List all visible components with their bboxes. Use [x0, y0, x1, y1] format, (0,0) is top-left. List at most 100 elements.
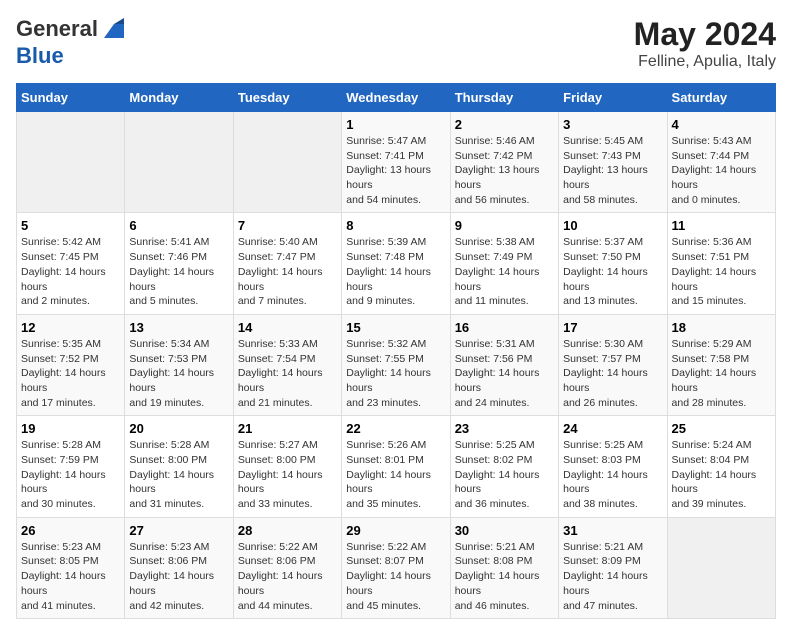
calendar-cell: [233, 112, 341, 213]
weekday-header-friday: Friday: [559, 84, 667, 112]
day-number: 26: [21, 523, 120, 538]
day-number: 18: [672, 320, 771, 335]
calendar-week-row: 5Sunrise: 5:42 AMSunset: 7:45 PMDaylight…: [17, 213, 776, 314]
day-number: 4: [672, 117, 771, 132]
day-info: Sunrise: 5:28 AMSunset: 7:59 PMDaylight:…: [21, 438, 120, 511]
day-number: 16: [455, 320, 554, 335]
weekday-header-thursday: Thursday: [450, 84, 558, 112]
day-info: Sunrise: 5:39 AMSunset: 7:48 PMDaylight:…: [346, 235, 445, 308]
day-info: Sunrise: 5:40 AMSunset: 7:47 PMDaylight:…: [238, 235, 337, 308]
calendar-cell: 30Sunrise: 5:21 AMSunset: 8:08 PMDayligh…: [450, 517, 558, 618]
day-info: Sunrise: 5:26 AMSunset: 8:01 PMDaylight:…: [346, 438, 445, 511]
calendar-cell: 23Sunrise: 5:25 AMSunset: 8:02 PMDayligh…: [450, 416, 558, 517]
calendar-cell: 31Sunrise: 5:21 AMSunset: 8:09 PMDayligh…: [559, 517, 667, 618]
day-info: Sunrise: 5:24 AMSunset: 8:04 PMDaylight:…: [672, 438, 771, 511]
day-info: Sunrise: 5:21 AMSunset: 8:08 PMDaylight:…: [455, 540, 554, 613]
weekday-header-wednesday: Wednesday: [342, 84, 450, 112]
calendar-week-row: 26 Sunrise: 5:23 AMSunset: 8:05 PMDayligh…: [17, 517, 776, 618]
calendar-cell: 13Sunrise: 5:34 AMSunset: 7:53 PMDayligh…: [125, 314, 233, 415]
day-number: 17: [563, 320, 662, 335]
day-number: 22: [346, 421, 445, 436]
day-number: 28: [238, 523, 337, 538]
calendar-cell: 19 Sunrise: 5:28 AMSunset: 7:59 PMDayligh…: [17, 416, 125, 517]
day-info: Sunrise: 5:23 AMSunset: 8:05 PMDaylight:…: [21, 540, 120, 613]
calendar-cell: 16 Sunrise: 5:31 AMSunset: 7:56 PMDayligh…: [450, 314, 558, 415]
day-info: Sunrise: 5:23 AMSunset: 8:06 PMDaylight:…: [129, 540, 228, 613]
calendar-cell: 27 Sunrise: 5:23 AMSunset: 8:06 PMDayligh…: [125, 517, 233, 618]
weekday-header-tuesday: Tuesday: [233, 84, 341, 112]
day-number: 14: [238, 320, 337, 335]
day-info: Sunrise: 5:22 AMSunset: 8:06 PMDaylight:…: [238, 540, 337, 613]
calendar-cell: 29 Sunrise: 5:22 AMSunset: 8:07 PMDayligh…: [342, 517, 450, 618]
day-number: 25: [672, 421, 771, 436]
calendar-cell: 2 Sunrise: 5:46 AMSunset: 7:42 PMDaylight…: [450, 112, 558, 213]
main-title: May 2024: [634, 16, 776, 53]
calendar-cell: 14 Sunrise: 5:33 AMSunset: 7:54 PMDayligh…: [233, 314, 341, 415]
day-number: 20: [129, 421, 228, 436]
calendar-cell: 8 Sunrise: 5:39 AMSunset: 7:48 PMDaylight…: [342, 213, 450, 314]
calendar-cell: 26 Sunrise: 5:23 AMSunset: 8:05 PMDayligh…: [17, 517, 125, 618]
calendar-cell: 12Sunrise: 5:35 AMSunset: 7:52 PMDayligh…: [17, 314, 125, 415]
calendar-cell: 20 Sunrise: 5:28 AMSunset: 8:00 PMDayligh…: [125, 416, 233, 517]
logo-general: General: [16, 16, 98, 41]
calendar-week-row: 12Sunrise: 5:35 AMSunset: 7:52 PMDayligh…: [17, 314, 776, 415]
calendar-cell: 25 Sunrise: 5:24 AMSunset: 8:04 PMDayligh…: [667, 416, 775, 517]
calendar-cell: 21 Sunrise: 5:27 AMSunset: 8:00 PMDayligh…: [233, 416, 341, 517]
day-info: Sunrise: 5:42 AMSunset: 7:45 PMDaylight:…: [21, 235, 120, 308]
calendar-cell: 3 Sunrise: 5:45 AMSunset: 7:43 PMDaylight…: [559, 112, 667, 213]
day-info: Sunrise: 5:45 AMSunset: 7:43 PMDaylight:…: [563, 134, 662, 207]
calendar-cell: 18Sunrise: 5:29 AMSunset: 7:58 PMDayligh…: [667, 314, 775, 415]
calendar-cell: 7 Sunrise: 5:40 AMSunset: 7:47 PMDaylight…: [233, 213, 341, 314]
calendar-cell: [667, 517, 775, 618]
day-info: Sunrise: 5:31 AMSunset: 7:56 PMDaylight:…: [455, 337, 554, 410]
subtitle: Felline, Apulia, Italy: [634, 53, 776, 71]
day-info: Sunrise: 5:30 AMSunset: 7:57 PMDaylight:…: [563, 337, 662, 410]
day-number: 9: [455, 218, 554, 233]
day-info: Sunrise: 5:33 AMSunset: 7:54 PMDaylight:…: [238, 337, 337, 410]
calendar-week-row: 1Sunrise: 5:47 AMSunset: 7:41 PMDaylight…: [17, 112, 776, 213]
day-info: Sunrise: 5:46 AMSunset: 7:42 PMDaylight:…: [455, 134, 554, 207]
day-number: 7: [238, 218, 337, 233]
logo-blue: Blue: [16, 43, 64, 68]
calendar-cell: [125, 112, 233, 213]
day-number: 8: [346, 218, 445, 233]
calendar-cell: 24 Sunrise: 5:25 AMSunset: 8:03 PMDayligh…: [559, 416, 667, 517]
day-info: Sunrise: 5:22 AMSunset: 8:07 PMDaylight:…: [346, 540, 445, 613]
day-number: 10: [563, 218, 662, 233]
day-info: Sunrise: 5:27 AMSunset: 8:00 PMDaylight:…: [238, 438, 337, 511]
day-number: 15: [346, 320, 445, 335]
day-info: Sunrise: 5:47 AMSunset: 7:41 PMDaylight:…: [346, 134, 445, 207]
day-info: Sunrise: 5:28 AMSunset: 8:00 PMDaylight:…: [129, 438, 228, 511]
calendar-cell: 9 Sunrise: 5:38 AMSunset: 7:49 PMDaylight…: [450, 213, 558, 314]
day-info: Sunrise: 5:25 AMSunset: 8:03 PMDaylight:…: [563, 438, 662, 511]
day-number: 13: [129, 320, 228, 335]
calendar-cell: 1Sunrise: 5:47 AMSunset: 7:41 PMDaylight…: [342, 112, 450, 213]
day-number: 2: [455, 117, 554, 132]
calendar-cell: 6 Sunrise: 5:41 AMSunset: 7:46 PMDaylight…: [125, 213, 233, 314]
logo-icon: [100, 16, 128, 44]
header: General Blue May 2024 Felline, Apulia, I…: [16, 16, 776, 71]
day-number: 6: [129, 218, 228, 233]
day-number: 27: [129, 523, 228, 538]
day-info: Sunrise: 5:25 AMSunset: 8:02 PMDaylight:…: [455, 438, 554, 511]
day-number: 31: [563, 523, 662, 538]
day-number: 24: [563, 421, 662, 436]
day-info: Sunrise: 5:43 AMSunset: 7:44 PMDaylight:…: [672, 134, 771, 207]
calendar-cell: 11Sunrise: 5:36 AMSunset: 7:51 PMDayligh…: [667, 213, 775, 314]
day-number: 3: [563, 117, 662, 132]
day-number: 11: [672, 218, 771, 233]
day-info: Sunrise: 5:32 AMSunset: 7:55 PMDaylight:…: [346, 337, 445, 410]
calendar-cell: 22 Sunrise: 5:26 AMSunset: 8:01 PMDayligh…: [342, 416, 450, 517]
calendar-cell: 10Sunrise: 5:37 AMSunset: 7:50 PMDayligh…: [559, 213, 667, 314]
weekday-header-monday: Monday: [125, 84, 233, 112]
day-number: 29: [346, 523, 445, 538]
day-number: 21: [238, 421, 337, 436]
day-number: 19: [21, 421, 120, 436]
day-info: Sunrise: 5:41 AMSunset: 7:46 PMDaylight:…: [129, 235, 228, 308]
calendar-week-row: 19 Sunrise: 5:28 AMSunset: 7:59 PMDayligh…: [17, 416, 776, 517]
day-info: Sunrise: 5:38 AMSunset: 7:49 PMDaylight:…: [455, 235, 554, 308]
calendar-cell: 28 Sunrise: 5:22 AMSunset: 8:06 PMDayligh…: [233, 517, 341, 618]
weekday-header-row: SundayMondayTuesdayWednesdayThursdayFrid…: [17, 84, 776, 112]
calendar-cell: [17, 112, 125, 213]
day-info: Sunrise: 5:35 AMSunset: 7:52 PMDaylight:…: [21, 337, 120, 410]
